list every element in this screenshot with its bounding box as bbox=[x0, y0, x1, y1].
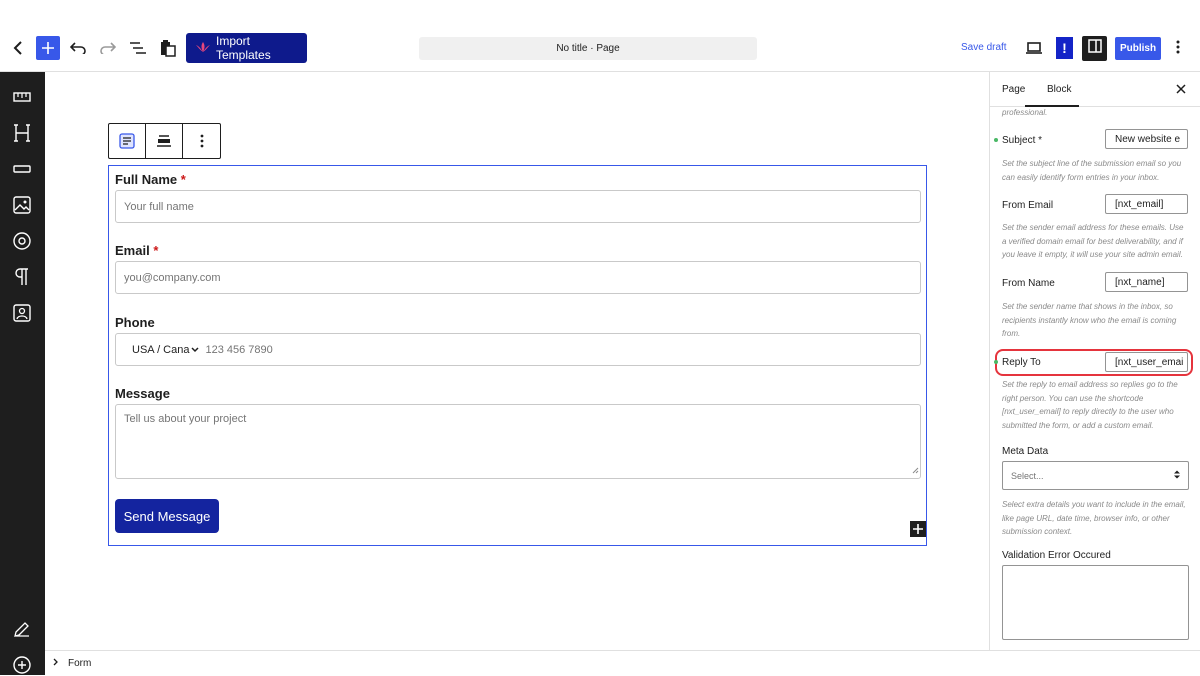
button-block-icon[interactable] bbox=[11, 158, 33, 180]
circle-target-icon[interactable] bbox=[11, 230, 33, 252]
email-input[interactable]: you@company.com bbox=[115, 261, 921, 294]
tab-page[interactable]: Page bbox=[1002, 84, 1025, 95]
modified-indicator bbox=[994, 360, 998, 364]
reply-to-label: Reply To bbox=[1002, 357, 1041, 368]
from-name-input[interactable]: [nxt_name] bbox=[1105, 272, 1188, 292]
send-message-button[interactable]: Send Message bbox=[115, 499, 219, 533]
contact-form-block[interactable]: Full Name * Your full name Email * you@c… bbox=[108, 165, 927, 546]
settings-panel: Page Block professional. Subject * New w… bbox=[989, 72, 1200, 650]
undo-icon[interactable] bbox=[69, 40, 87, 56]
reply-to-input[interactable]: [nxt_user_emai bbox=[1105, 352, 1188, 372]
from-email-input[interactable]: [nxt_email] bbox=[1105, 194, 1188, 214]
panel-tabs: Page Block bbox=[990, 72, 1200, 107]
from-email-label: From Email bbox=[1002, 200, 1054, 211]
image-icon[interactable] bbox=[11, 194, 33, 216]
ruler-icon[interactable] bbox=[11, 86, 33, 108]
chevron-right-icon bbox=[53, 658, 58, 669]
sidebar-icon bbox=[1087, 39, 1102, 58]
settings-sidebar-toggle[interactable] bbox=[1082, 36, 1107, 61]
list-view-icon[interactable] bbox=[129, 40, 147, 56]
required-mark: * bbox=[180, 172, 186, 187]
preview-icon[interactable] bbox=[1025, 40, 1043, 56]
import-templates-label: Import Templates bbox=[216, 34, 271, 62]
updown-arrows-icon bbox=[1174, 470, 1180, 481]
modified-indicator bbox=[994, 138, 998, 142]
heading-icon[interactable] bbox=[11, 122, 33, 144]
resize-handle-icon[interactable] bbox=[912, 465, 919, 477]
document-title: No title · Page bbox=[556, 43, 620, 54]
truncated-help-text: professional. bbox=[1002, 108, 1048, 117]
plugin-notice-button[interactable]: ! bbox=[1056, 37, 1073, 59]
block-options-button[interactable] bbox=[183, 124, 220, 158]
form-block-type-button[interactable] bbox=[109, 124, 146, 158]
phone-placeholder: 123 456 7890 bbox=[205, 343, 273, 356]
block-breadcrumb-bar: Form bbox=[45, 650, 1200, 675]
subject-input[interactable]: New website e bbox=[1105, 129, 1188, 149]
validation-error-label: Validation Error Occured bbox=[1002, 550, 1111, 561]
email-label: Email * bbox=[115, 243, 158, 258]
back-icon[interactable] bbox=[10, 39, 26, 57]
country-select-value: USA / Cana bbox=[132, 343, 190, 356]
meta-data-label: Meta Data bbox=[1002, 446, 1049, 457]
meta-data-help: Select extra details you want to include… bbox=[1002, 500, 1186, 536]
email-placeholder: you@company.com bbox=[124, 271, 221, 284]
paragraph-icon[interactable] bbox=[11, 266, 33, 288]
from-name-help: Set the sender name that shows in the in… bbox=[1002, 302, 1177, 338]
chevron-down-icon bbox=[191, 344, 200, 356]
tab-block[interactable]: Block bbox=[1047, 84, 1071, 95]
breadcrumb-form[interactable]: Form bbox=[68, 658, 91, 669]
add-circle-icon[interactable] bbox=[11, 654, 33, 676]
message-textarea[interactable]: Tell us about your project bbox=[115, 404, 921, 479]
subject-help: Set the subject line of the submission e… bbox=[1002, 159, 1182, 182]
message-placeholder: Tell us about your project bbox=[124, 413, 247, 425]
subject-label: Subject * bbox=[1002, 135, 1043, 146]
meta-data-select[interactable]: Select... bbox=[1002, 461, 1189, 490]
phone-input[interactable]: USA / Cana 123 456 7890 bbox=[115, 333, 921, 366]
import-templates-button[interactable]: Import Templates bbox=[186, 33, 307, 63]
full-name-input[interactable]: Your full name bbox=[115, 190, 921, 223]
redo-icon[interactable] bbox=[99, 40, 117, 56]
add-block-appender[interactable] bbox=[910, 521, 926, 537]
block-toolbar bbox=[108, 123, 221, 159]
from-name-label: From Name bbox=[1002, 278, 1055, 289]
publish-button[interactable]: Publish bbox=[1115, 37, 1161, 60]
phone-label: Phone bbox=[115, 315, 155, 330]
save-draft-button[interactable]: Save draft bbox=[961, 42, 1007, 53]
from-email-help: Set the sender email address for these e… bbox=[1002, 223, 1184, 259]
document-title-bar[interactable]: No title · Page bbox=[419, 37, 757, 60]
required-mark: * bbox=[153, 243, 159, 258]
full-name-label-text: Full Name bbox=[115, 172, 178, 187]
more-vertical-icon[interactable] bbox=[1176, 40, 1180, 57]
add-block-button[interactable] bbox=[36, 36, 60, 60]
clipboard-icon[interactable] bbox=[158, 38, 178, 58]
country-select[interactable]: USA / Cana bbox=[132, 343, 200, 356]
reply-to-help: Set the reply to email address so replie… bbox=[1002, 380, 1178, 430]
full-name-placeholder: Your full name bbox=[124, 200, 194, 213]
full-name-label: Full Name * bbox=[115, 172, 186, 187]
block-inserter-sidebar bbox=[0, 72, 45, 675]
lotus-icon bbox=[196, 41, 210, 55]
validation-error-textarea[interactable] bbox=[1002, 565, 1189, 640]
meta-data-placeholder: Select... bbox=[1011, 470, 1044, 481]
pencil-icon[interactable] bbox=[11, 618, 33, 640]
contact-icon[interactable] bbox=[11, 302, 33, 324]
align-button[interactable] bbox=[146, 124, 183, 158]
message-label: Message bbox=[115, 386, 170, 401]
editor-header: Import Templates No title · Page Save dr… bbox=[0, 0, 1200, 72]
close-icon[interactable] bbox=[1176, 81, 1186, 97]
email-label-text: Email bbox=[115, 243, 150, 258]
